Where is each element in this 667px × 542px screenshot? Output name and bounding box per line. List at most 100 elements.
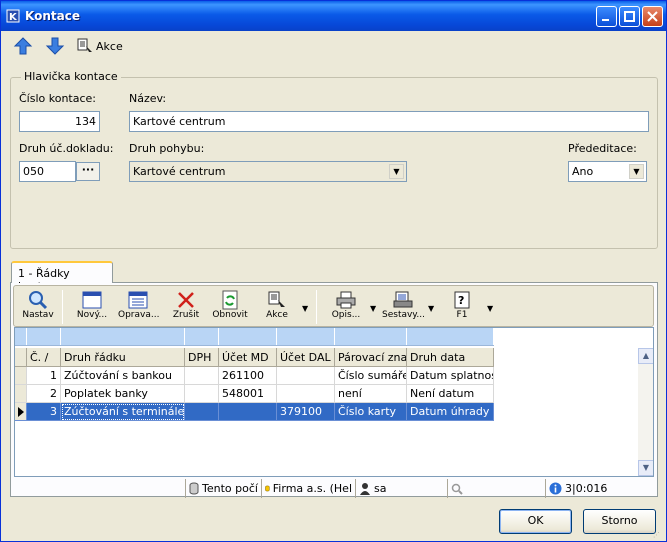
chevron-down-icon[interactable]: ▼ <box>389 164 404 179</box>
tab-radky-kontace[interactable]: 1 - Řádky kontace <box>11 261 113 293</box>
ok-button[interactable]: OK <box>499 509 572 534</box>
database-icon <box>189 482 199 495</box>
grid-filter-row[interactable] <box>15 328 494 346</box>
cell[interactable] <box>185 403 219 421</box>
app-icon: K <box>6 9 20 23</box>
novy-button[interactable]: Nový... <box>74 288 110 326</box>
cell[interactable]: 2 <box>27 385 61 403</box>
status-user: sa <box>356 479 448 498</box>
cell[interactable]: 3 <box>27 403 61 421</box>
cell[interactable]: 548001 <box>219 385 277 403</box>
status-firma-text: Firma a.s. (Hel <box>272 482 352 495</box>
f1-help-button[interactable]: ? F1 <box>444 288 480 326</box>
opis-button[interactable]: Opis... <box>326 288 366 326</box>
column-header[interactable]: Č. / <box>27 348 61 367</box>
chevron-down-icon[interactable]: ▼ <box>629 164 644 179</box>
druh-uc-dokladu-browse-button[interactable]: ··· <box>76 162 100 181</box>
cislo-kontace-input[interactable]: 134 <box>19 111 100 132</box>
sestavy-dropdown-arrow-icon[interactable]: ▼ <box>428 304 434 313</box>
delete-icon <box>178 292 194 308</box>
scroll-down-icon[interactable]: ▼ <box>638 460 653 476</box>
filter-cell[interactable] <box>27 328 61 345</box>
akce-dropdown-arrow-icon[interactable]: ▼ <box>302 304 308 313</box>
window-title: Kontace <box>25 9 80 23</box>
current-row-indicator-icon <box>15 403 27 421</box>
cell[interactable]: není <box>335 385 407 403</box>
f1-dropdown-arrow-icon[interactable]: ▼ <box>487 304 493 313</box>
novy-label: Nový... <box>76 310 108 320</box>
cell[interactable]: Není datum <box>407 385 494 403</box>
cell[interactable]: 1 <box>27 367 61 385</box>
move-up-button[interactable] <box>13 35 35 57</box>
prededitace-select[interactable]: Ano ▼ <box>568 161 647 182</box>
kontace-window: K Kontace Akce Hlavička kontace Číslo ko… <box>0 0 667 542</box>
magnifier-icon <box>29 291 48 310</box>
firma-database-icon <box>265 485 270 492</box>
cell[interactable]: Datum splatnosti <box>407 367 494 385</box>
cell[interactable] <box>185 385 219 403</box>
svg-text:?: ? <box>458 294 464 307</box>
cell[interactable] <box>277 367 335 385</box>
storno-button[interactable]: Storno <box>583 509 656 534</box>
column-header[interactable]: Účet MD <box>219 348 277 367</box>
cell[interactable]: Datum úhrady <box>407 403 494 421</box>
toolbar-separator <box>316 290 317 324</box>
column-header[interactable]: Druh řádku <box>61 348 185 367</box>
druh-uc-dokladu-input[interactable]: 050 <box>19 161 76 182</box>
grid-akce-button[interactable]: Akce <box>258 288 296 326</box>
arrow-down-icon <box>45 37 65 55</box>
scroll-up-icon[interactable]: ▲ <box>638 348 653 364</box>
cell[interactable] <box>185 367 219 385</box>
grid-vertical-scrollbar[interactable]: ▲ ▼ <box>638 348 653 476</box>
cell[interactable]: 261100 <box>219 367 277 385</box>
filter-cell[interactable] <box>15 328 27 345</box>
edit-form-icon <box>128 291 148 309</box>
nazev-input[interactable]: Kartové centrum <box>129 111 649 132</box>
column-header[interactable]: DPH <box>185 348 219 367</box>
filter-cell[interactable] <box>219 328 277 345</box>
cell[interactable]: 379100 <box>277 403 335 421</box>
akce-button[interactable]: Akce <box>77 35 127 57</box>
minimize-button[interactable] <box>596 6 617 27</box>
status-user-text: sa <box>374 482 387 495</box>
close-button[interactable] <box>642 6 663 27</box>
tab-strip: 1 - Řádky kontace <box>10 259 658 293</box>
main-toolbar: Akce <box>3 31 664 61</box>
column-header[interactable]: Účet DAL <box>277 348 335 367</box>
table-row-selected[interactable]: 3 Zúčtování s terminálem 379100 Číslo ka… <box>15 403 494 421</box>
opis-dropdown-arrow-icon[interactable]: ▼ <box>370 304 376 313</box>
filter-cell[interactable] <box>185 328 219 345</box>
resize-grip-icon[interactable]: ⋰ <box>653 531 665 541</box>
druh-pohybu-label: Druh pohybu: <box>129 142 205 155</box>
druh-pohybu-select[interactable]: Kartové centrum ▼ <box>129 161 407 182</box>
column-header[interactable]: Párovací znak <box>335 348 407 367</box>
table-row[interactable]: 2 Poplatek banky 548001 není Není datum <box>15 385 494 403</box>
info-icon <box>549 482 562 495</box>
move-down-button[interactable] <box>45 35 67 57</box>
zrusit-button[interactable]: Zrušit <box>168 288 204 326</box>
table-row[interactable]: 1 Zúčtování s bankou 261100 Číslo sumáře… <box>15 367 494 385</box>
title-bar[interactable]: K Kontace <box>1 1 666 31</box>
filter-cell[interactable] <box>335 328 407 345</box>
column-header[interactable]: Druh data <box>407 348 494 367</box>
cell[interactable]: Číslo karty <box>335 403 407 421</box>
actions-icon <box>268 291 285 307</box>
cell[interactable]: Poplatek banky <box>61 385 185 403</box>
nastav-button[interactable]: Nastav <box>20 288 56 326</box>
filter-cell[interactable] <box>61 328 185 345</box>
radky-grid[interactable]: Č. / Druh řádku DPH Účet MD Účet DAL Pár… <box>14 327 654 477</box>
sestavy-label: Sestavy... <box>382 310 425 320</box>
sestavy-button[interactable]: Sestavy... <box>382 288 425 326</box>
cell[interactable] <box>219 403 277 421</box>
filter-cell[interactable] <box>277 328 335 345</box>
search-icon <box>451 483 463 495</box>
filter-cell[interactable] <box>407 328 494 345</box>
row-indicator <box>15 385 27 403</box>
cell[interactable]: Číslo sumáře <box>335 367 407 385</box>
oprava-button[interactable]: Oprava... <box>118 288 159 326</box>
maximize-button[interactable] <box>619 6 640 27</box>
cell[interactable] <box>277 385 335 403</box>
cell[interactable]: Zúčtování s terminálem <box>61 403 185 421</box>
obnovit-button[interactable]: Obnovit <box>210 288 250 326</box>
cell[interactable]: Zúčtování s bankou <box>61 367 185 385</box>
